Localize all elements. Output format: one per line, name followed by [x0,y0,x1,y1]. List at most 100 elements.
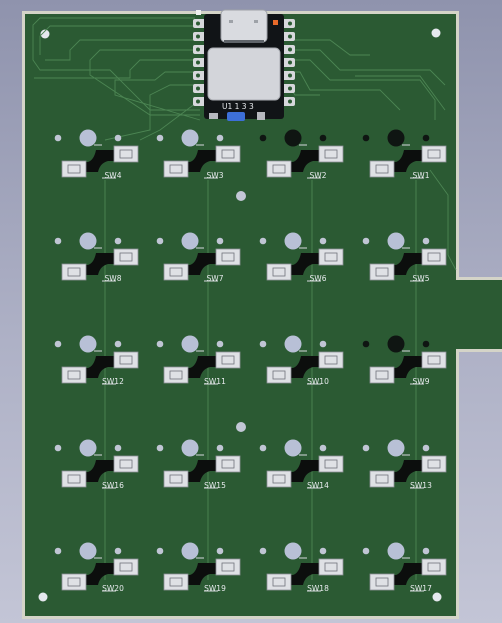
alignment-hole [319,237,327,245]
alignment-hole [216,547,224,555]
alignment-hole [362,444,370,452]
solder-pad [163,263,189,281]
alignment-hole [422,547,430,555]
alignment-hole [54,340,62,348]
mounting-hole [432,592,442,602]
center-hole [387,232,405,250]
solder-pad [215,145,241,163]
solder-pad [215,351,241,369]
switch-reference-label: SW15 [204,481,226,490]
alignment-hole [259,340,267,348]
mounting-hole [38,592,48,602]
solder-pad [266,160,292,178]
rf-shield [207,47,281,101]
alignment-hole [259,237,267,245]
center-hole [387,542,405,560]
center-hole [79,335,97,353]
alignment-hole [54,547,62,555]
alignment-hole [422,444,430,452]
switch-reference-label: SW3 [207,171,224,180]
alignment-hole [319,340,327,348]
switch-reference-label: SW14 [307,481,329,490]
alignment-hole [422,237,430,245]
switch-reference-label: SW20 [102,584,124,593]
solder-pad [113,558,139,576]
alignment-hole [362,134,370,142]
center-hole [387,129,405,147]
solder-pad [215,248,241,266]
alignment-hole [319,547,327,555]
switch-reference-label: SW12 [102,377,124,386]
solder-pad [369,573,395,591]
alignment-hole [114,237,122,245]
center-hole [181,335,199,353]
center-hole [387,335,405,353]
solder-pad [113,455,139,473]
solder-pad [318,455,344,473]
alignment-hole [114,134,122,142]
alignment-hole [54,237,62,245]
solder-pad [163,160,189,178]
switch-reference-label: SW16 [102,481,124,490]
mounting-hole [236,422,246,432]
switch-reference-label: SW19 [204,584,226,593]
solder-pad [318,558,344,576]
led-icon [273,20,278,25]
solder-pad [113,351,139,369]
alignment-hole [54,444,62,452]
switch-reference-label: SW5 [413,274,430,283]
alignment-hole [156,237,164,245]
center-hole [284,232,302,250]
center-hole [284,129,302,147]
solder-pad [61,470,87,488]
switch-reference-label: SW6 [310,274,327,283]
solder-pad [318,351,344,369]
solder-pad [266,263,292,281]
solder-pad [61,263,87,281]
solder-pad [369,470,395,488]
switch-reference-label: SW2 [310,171,327,180]
switch-reference-label: SW9 [413,377,430,386]
center-hole [79,439,97,457]
center-hole [181,439,199,457]
smd-pad [257,112,265,120]
solder-pad [163,366,189,384]
alignment-hole [114,444,122,452]
center-hole [387,439,405,457]
alignment-hole [216,340,224,348]
solder-pad [369,263,395,281]
solder-pad [421,351,447,369]
alignment-hole [156,547,164,555]
alignment-hole [362,340,370,348]
center-hole [181,542,199,560]
center-hole [79,129,97,147]
alignment-hole [259,547,267,555]
switch-reference-label: SW8 [105,274,122,283]
alignment-hole [216,237,224,245]
center-hole [79,542,97,560]
solder-pad [61,160,87,178]
alignment-hole [156,340,164,348]
solder-pad [61,366,87,384]
solder-pad [266,470,292,488]
center-hole [181,129,199,147]
solder-pad [113,145,139,163]
switch-reference-label: SW7 [207,274,224,283]
microcontroller-module: U1 1 3 3 [193,9,295,121]
alignment-hole [362,547,370,555]
center-hole [284,542,302,560]
solder-pad [163,470,189,488]
alignment-hole [114,547,122,555]
alignment-hole [259,134,267,142]
alignment-hole [156,134,164,142]
solder-pad [421,145,447,163]
mounting-hole [431,28,441,38]
solder-pad [369,366,395,384]
solder-pad [369,160,395,178]
reset-button [227,112,245,121]
alignment-hole [216,134,224,142]
alignment-hole [259,444,267,452]
alignment-hole [422,340,430,348]
switch-reference-label: SW1 [413,171,430,180]
pcb-3d-viewport[interactable]: U1 1 3 3 SW4 SW3 SW2 SW1 SW8 SW7 SW6 SW5 SW12 SW1… [0,0,502,623]
